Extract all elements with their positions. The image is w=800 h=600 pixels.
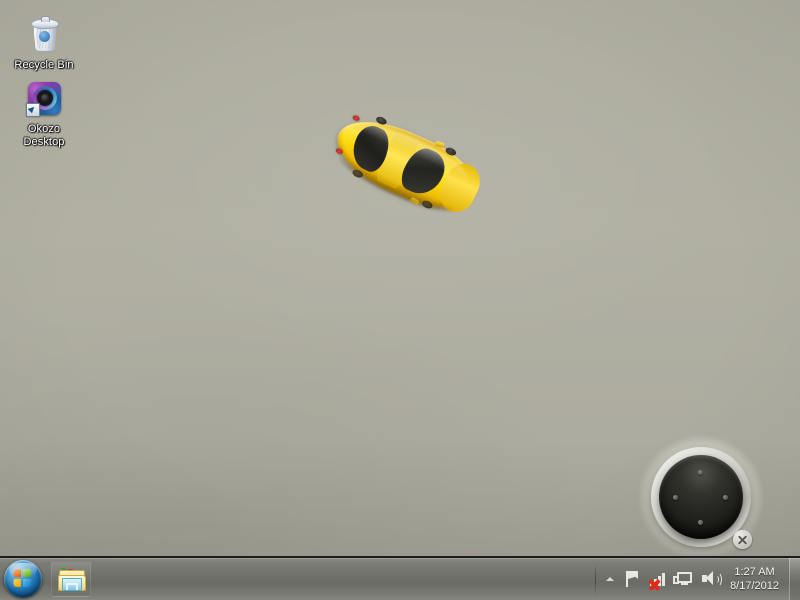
monitor-network-icon[interactable] [673, 567, 695, 591]
start-button[interactable] [4, 560, 42, 598]
desktop-icon-label: Recycle Bin [14, 59, 74, 71]
okozo-dial-widget[interactable] [640, 437, 762, 559]
car-taillight [352, 114, 361, 122]
clock-time: 1:27 AM [734, 566, 775, 578]
shortcut-arrow-icon [26, 103, 40, 117]
okozo-desktop-icon [24, 80, 64, 120]
dial-pad[interactable] [659, 455, 743, 539]
desktop-icon-label-line2: Desktop [23, 135, 65, 148]
dial-dot-down-icon[interactable] [698, 520, 703, 525]
clock-date: 8/17/2012 [730, 580, 779, 592]
dial-dot-right-icon[interactable] [723, 495, 728, 500]
desktop-screen: Recycle Bin Okozo Desktop 1:27 AM 8/17/2… [0, 0, 800, 600]
recycle-bin-icon [24, 16, 64, 56]
show-desktop-button[interactable] [789, 558, 800, 600]
desktop-icon-recycle-bin[interactable]: Recycle Bin [6, 16, 82, 72]
taskbar: 1:27 AM 8/17/2012 [0, 556, 800, 600]
okozo-car-widget[interactable] [326, 105, 487, 226]
close-icon[interactable] [733, 530, 752, 549]
action-center-icon[interactable] [621, 567, 643, 591]
windows-logo-icon [13, 568, 34, 590]
clock[interactable]: 1:27 AM 8/17/2012 [723, 565, 788, 593]
desktop-icon-label-line1: Okozo [27, 123, 61, 135]
speaker-icon[interactable] [699, 567, 723, 591]
network-error-icon[interactable] [647, 567, 669, 591]
system-tray: 1:27 AM 8/17/2012 [595, 558, 800, 600]
red-x-icon [648, 578, 660, 590]
dial-dot-left-icon[interactable] [673, 495, 678, 500]
folder-icon [58, 568, 86, 591]
taskbar-item-windows-explorer[interactable] [51, 561, 91, 597]
chevron-up-icon [606, 577, 615, 581]
show-hidden-icons-button[interactable] [601, 564, 619, 594]
desktop-icon-okozo-desktop[interactable]: Okozo Desktop [6, 80, 82, 148]
dial-dot-up-icon[interactable] [698, 470, 703, 475]
